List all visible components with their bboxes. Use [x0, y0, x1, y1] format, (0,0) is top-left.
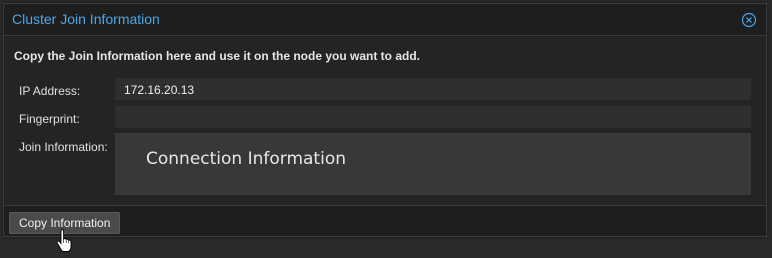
ip-address-field[interactable]: 172.16.20.13	[115, 78, 751, 100]
join-information-label: Join Information:	[19, 140, 108, 154]
dialog-body: Copy the Join Information here and use i…	[4, 37, 766, 205]
instructions-text: Copy the Join Information here and use i…	[14, 49, 421, 63]
fingerprint-field[interactable]	[115, 106, 751, 128]
dialog-title: Cluster Join Information	[12, 11, 160, 27]
join-information-field[interactable]: Connection Information	[115, 133, 751, 195]
dialog-footer: Copy Information	[4, 205, 766, 236]
close-icon[interactable]	[741, 12, 757, 28]
dialog-titlebar: Cluster Join Information	[4, 4, 766, 36]
join-information-value: Connection Information	[146, 149, 346, 169]
ip-address-label: IP Address:	[19, 84, 81, 98]
cluster-join-dialog: Cluster Join Information Copy the Join I…	[3, 3, 767, 237]
hand-pointer-icon	[56, 229, 72, 252]
fingerprint-label: Fingerprint:	[19, 112, 80, 126]
